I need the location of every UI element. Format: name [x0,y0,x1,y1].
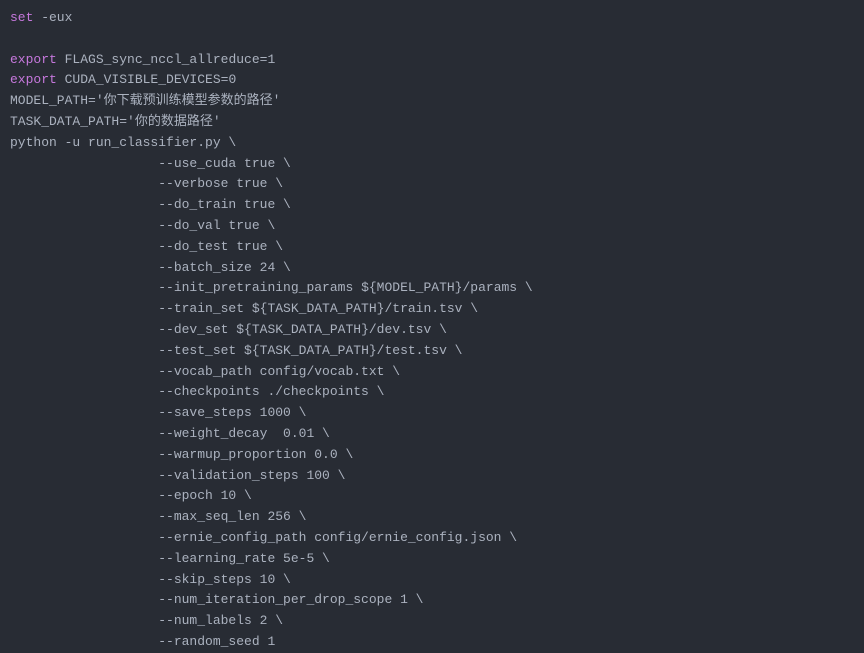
code-segment: MODEL_PATH='你下载预训练模型参数的路径' [10,93,280,108]
code-line: --max_seq_len 256 \ [10,507,854,528]
code-segment: --max_seq_len 256 \ [10,509,306,524]
code-segment: --use_cuda true \ [10,156,291,171]
code-segment: ${TASK_DATA_PATH} [252,301,385,316]
code-segment: CUDA_VISIBLE_DEVICES=0 [57,72,236,87]
code-segment: /params \ [462,280,532,295]
code-line: --skip_steps 10 \ [10,570,854,591]
code-segment: --num_labels 2 \ [10,613,283,628]
code-segment: --batch_size 24 \ [10,260,291,275]
code-segment: /test.tsv \ [377,343,463,358]
code-segment: --learning_rate 5e-5 \ [10,551,330,566]
code-line: MODEL_PATH='你下载预训练模型参数的路径' [10,91,854,112]
code-segment: --epoch 10 \ [10,488,252,503]
code-line: --do_val true \ [10,216,854,237]
code-segment: python -u run_classifier.py \ [10,135,236,150]
code-line: --do_test true \ [10,237,854,258]
code-line: python -u run_classifier.py \ [10,133,854,154]
code-block[interactable]: set -eux export FLAGS_sync_nccl_allreduc… [10,8,854,653]
code-line: --verbose true \ [10,174,854,195]
code-segment: set [10,10,33,25]
code-segment: --random_seed 1 [10,634,275,649]
code-line: --checkpoints ./checkpoints \ [10,382,854,403]
code-segment: --test_set [10,343,244,358]
code-line: --learning_rate 5e-5 \ [10,549,854,570]
code-line: --validation_steps 100 \ [10,466,854,487]
code-segment: --init_pretraining_params [10,280,361,295]
code-line [10,29,854,50]
code-segment: --dev_set [10,322,236,337]
code-line: --vocab_path config/vocab.txt \ [10,362,854,383]
code-segment: --vocab_path config/vocab.txt \ [10,364,400,379]
code-line: set -eux [10,8,854,29]
code-segment: export [10,72,57,87]
code-segment: /dev.tsv \ [369,322,447,337]
code-segment: --do_train true \ [10,197,291,212]
code-line: --ernie_config_path config/ernie_config.… [10,528,854,549]
code-line: --save_steps 1000 \ [10,403,854,424]
code-line: --use_cuda true \ [10,154,854,175]
code-segment: ${TASK_DATA_PATH} [236,322,369,337]
code-line: --num_iteration_per_drop_scope 1 \ [10,590,854,611]
code-line: --test_set ${TASK_DATA_PATH}/test.tsv \ [10,341,854,362]
code-segment: export [10,52,57,67]
code-line: export CUDA_VISIBLE_DEVICES=0 [10,70,854,91]
code-line: --epoch 10 \ [10,486,854,507]
code-line: --num_labels 2 \ [10,611,854,632]
code-segment: --skip_steps 10 \ [10,572,291,587]
code-line: --random_seed 1 [10,632,854,653]
code-segment: --verbose true \ [10,176,283,191]
code-line: --do_train true \ [10,195,854,216]
code-segment: --save_steps 1000 \ [10,405,306,420]
code-line: --dev_set ${TASK_DATA_PATH}/dev.tsv \ [10,320,854,341]
code-segment: ${TASK_DATA_PATH} [244,343,377,358]
code-line: --weight_decay 0.01 \ [10,424,854,445]
code-segment: --ernie_config_path config/ernie_config.… [10,530,517,545]
code-segment: ${MODEL_PATH} [361,280,462,295]
code-segment: TASK_DATA_PATH='你的数据路径' [10,114,221,129]
code-line: --train_set ${TASK_DATA_PATH}/train.tsv … [10,299,854,320]
code-segment: --checkpoints ./checkpoints \ [10,384,384,399]
code-segment: --do_val true \ [10,218,275,233]
code-line: --batch_size 24 \ [10,258,854,279]
code-segment: --warmup_proportion 0.0 \ [10,447,353,462]
code-segment: --weight_decay 0.01 \ [10,426,330,441]
code-segment: FLAGS_sync_nccl_allreduce=1 [57,52,275,67]
code-segment: -eux [33,10,72,25]
code-segment: --validation_steps 100 \ [10,468,345,483]
code-line: export FLAGS_sync_nccl_allreduce=1 [10,50,854,71]
code-line: --warmup_proportion 0.0 \ [10,445,854,466]
code-segment: --train_set [10,301,252,316]
code-segment: --do_test true \ [10,239,283,254]
code-line: TASK_DATA_PATH='你的数据路径' [10,112,854,133]
code-segment: /train.tsv \ [384,301,478,316]
code-line: --init_pretraining_params ${MODEL_PATH}/… [10,278,854,299]
